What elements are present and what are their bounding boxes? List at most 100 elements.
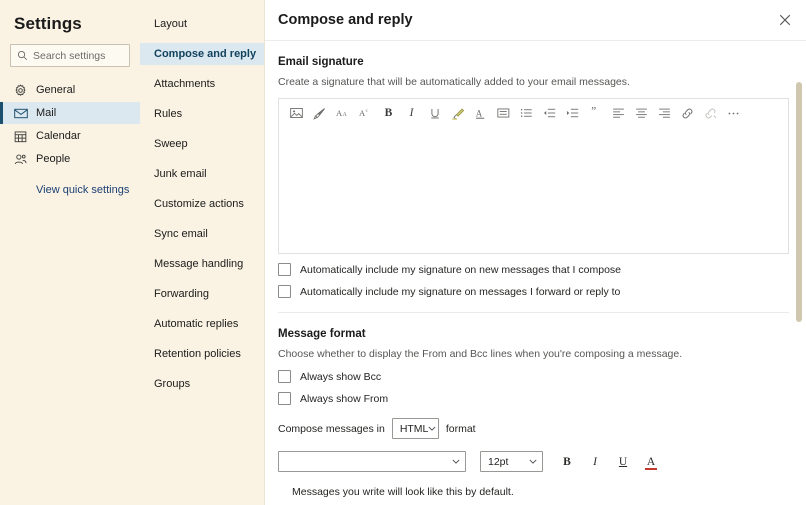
font-color-icon[interactable]: A [469, 102, 492, 124]
main-content-pane: Compose and reply Email signature Create… [265, 0, 806, 505]
sidebar-item-label: Calendar [32, 130, 81, 142]
envelope-icon [14, 108, 32, 119]
page-title: Settings [0, 8, 140, 44]
signature-new-messages-checkbox[interactable] [278, 263, 291, 276]
content-header: Compose and reply [265, 0, 806, 41]
svg-text:A: A [342, 112, 347, 118]
highlight-icon[interactable] [446, 102, 469, 124]
subnav-item-rules[interactable]: Rules [140, 103, 264, 125]
svg-text:c: c [365, 109, 367, 114]
sidebar-item-label: People [32, 153, 70, 165]
content-body: Email signature Create a signature that … [265, 56, 806, 505]
underline-icon[interactable] [423, 102, 446, 124]
svg-text:”: ” [591, 107, 596, 118]
people-icon [14, 153, 32, 166]
italic-icon[interactable]: I [400, 102, 423, 124]
bulleted-list-icon[interactable] [492, 102, 515, 124]
view-quick-settings-link[interactable]: View quick settings [0, 184, 140, 196]
email-signature-description: Create a signature that will be automati… [278, 76, 806, 88]
bold-button[interactable]: B [556, 452, 578, 472]
gear-icon [14, 84, 32, 97]
sidebar-item-people[interactable]: People [0, 148, 140, 170]
subnav-item-sweep[interactable]: Sweep [140, 133, 264, 155]
subnav-item-compose-and-reply[interactable]: Compose and reply [140, 43, 264, 65]
chevron-down-icon [428, 426, 436, 431]
always-show-from-label: Always show From [300, 393, 388, 405]
sidebar-item-general[interactable]: General [0, 79, 140, 101]
subnav-item-junk-email[interactable]: Junk email [140, 163, 264, 185]
decrease-indent-icon[interactable] [538, 102, 561, 124]
subnav-item-layout[interactable]: Layout [140, 13, 264, 35]
sidebar-item-mail[interactable]: Mail [0, 102, 140, 124]
font-size-icon[interactable]: A A [331, 102, 354, 124]
search-input[interactable] [33, 50, 123, 62]
compose-format-value: HTML [400, 423, 429, 435]
font-size-select[interactable]: 12pt [480, 451, 543, 472]
default-font-row: 12pt B I U A [278, 451, 806, 472]
subnav-item-customize-actions[interactable]: Customize actions [140, 193, 264, 215]
subnav-item-sync-email[interactable]: Sync email [140, 223, 264, 245]
chevron-down-icon [452, 459, 460, 464]
signature-new-messages-checkbox-row[interactable]: Automatically include my signature on ne… [278, 263, 806, 276]
compose-format-suffix: format [446, 423, 476, 435]
signature-reply-forward-checkbox[interactable] [278, 285, 291, 298]
search-settings-box[interactable] [10, 44, 130, 67]
signature-editor-toolbar: A A A c B I [279, 99, 788, 127]
signature-editor: A A A c B I [278, 98, 789, 254]
sidebar-item-label: Mail [32, 107, 56, 119]
numbered-list-icon[interactable] [515, 102, 538, 124]
settings-dialog: Settings General Mail [0, 0, 806, 505]
settings-sidebar: Settings General Mail [0, 0, 140, 505]
compose-format-row: Compose messages in HTML format [278, 418, 806, 439]
underline-button[interactable]: U [612, 452, 634, 472]
calendar-icon [14, 130, 32, 143]
mail-subnav: Layout Compose and reply Attachments Rul… [140, 0, 265, 505]
subnav-item-attachments[interactable]: Attachments [140, 73, 264, 95]
close-icon[interactable] [776, 11, 794, 29]
search-icon [17, 50, 28, 61]
section-divider [278, 312, 789, 313]
font-size-value: 12pt [488, 456, 508, 468]
font-family-select[interactable] [278, 451, 466, 472]
content-scrollbar-track[interactable] [797, 41, 804, 505]
insert-link-icon[interactable] [676, 102, 699, 124]
compose-format-select[interactable]: HTML [392, 418, 439, 439]
signature-reply-forward-checkbox-row[interactable]: Automatically include my signature on me… [278, 285, 806, 298]
align-left-icon[interactable] [607, 102, 630, 124]
subnav-item-message-handling[interactable]: Message handling [140, 253, 264, 275]
email-signature-heading: Email signature [278, 56, 806, 68]
subnav-item-forwarding[interactable]: Forwarding [140, 283, 264, 305]
subnav-item-groups[interactable]: Groups [140, 373, 264, 395]
always-show-bcc-row[interactable]: Always show Bcc [278, 370, 806, 383]
subnav-item-retention-policies[interactable]: Retention policies [140, 343, 264, 365]
format-preview-line-1: Messages you write will look like this b… [292, 486, 806, 498]
more-options-icon[interactable] [722, 102, 745, 124]
align-right-icon[interactable] [653, 102, 676, 124]
insert-picture-icon[interactable] [285, 102, 308, 124]
signature-new-messages-label: Automatically include my signature on ne… [300, 264, 621, 276]
sidebar-item-label: General [32, 84, 75, 96]
remove-link-icon[interactable] [699, 102, 722, 124]
always-show-from-row[interactable]: Always show From [278, 392, 806, 405]
always-show-bcc-label: Always show Bcc [300, 371, 381, 383]
message-format-description: Choose whether to display the From and B… [278, 348, 806, 360]
align-center-icon[interactable] [630, 102, 653, 124]
format-painter-icon[interactable] [308, 102, 331, 124]
quote-icon[interactable]: ” [584, 102, 607, 124]
bold-icon[interactable]: B [377, 102, 400, 124]
chevron-down-icon [529, 459, 537, 464]
subnav-item-automatic-replies[interactable]: Automatic replies [140, 313, 264, 335]
increase-indent-icon[interactable] [561, 102, 584, 124]
always-show-bcc-checkbox[interactable] [278, 370, 291, 383]
message-format-heading: Message format [278, 328, 806, 340]
font-color-options-icon[interactable]: A c [354, 102, 377, 124]
signature-editor-area[interactable] [279, 127, 788, 253]
sidebar-item-calendar[interactable]: Calendar [0, 125, 140, 147]
compose-format-prefix: Compose messages in [278, 423, 385, 435]
always-show-from-checkbox[interactable] [278, 392, 291, 405]
signature-reply-forward-label: Automatically include my signature on me… [300, 286, 620, 298]
content-scrollbar-thumb[interactable] [796, 82, 802, 322]
italic-button[interactable]: I [584, 452, 606, 472]
font-color-button[interactable]: A [640, 452, 662, 472]
svg-text:A: A [476, 108, 483, 118]
